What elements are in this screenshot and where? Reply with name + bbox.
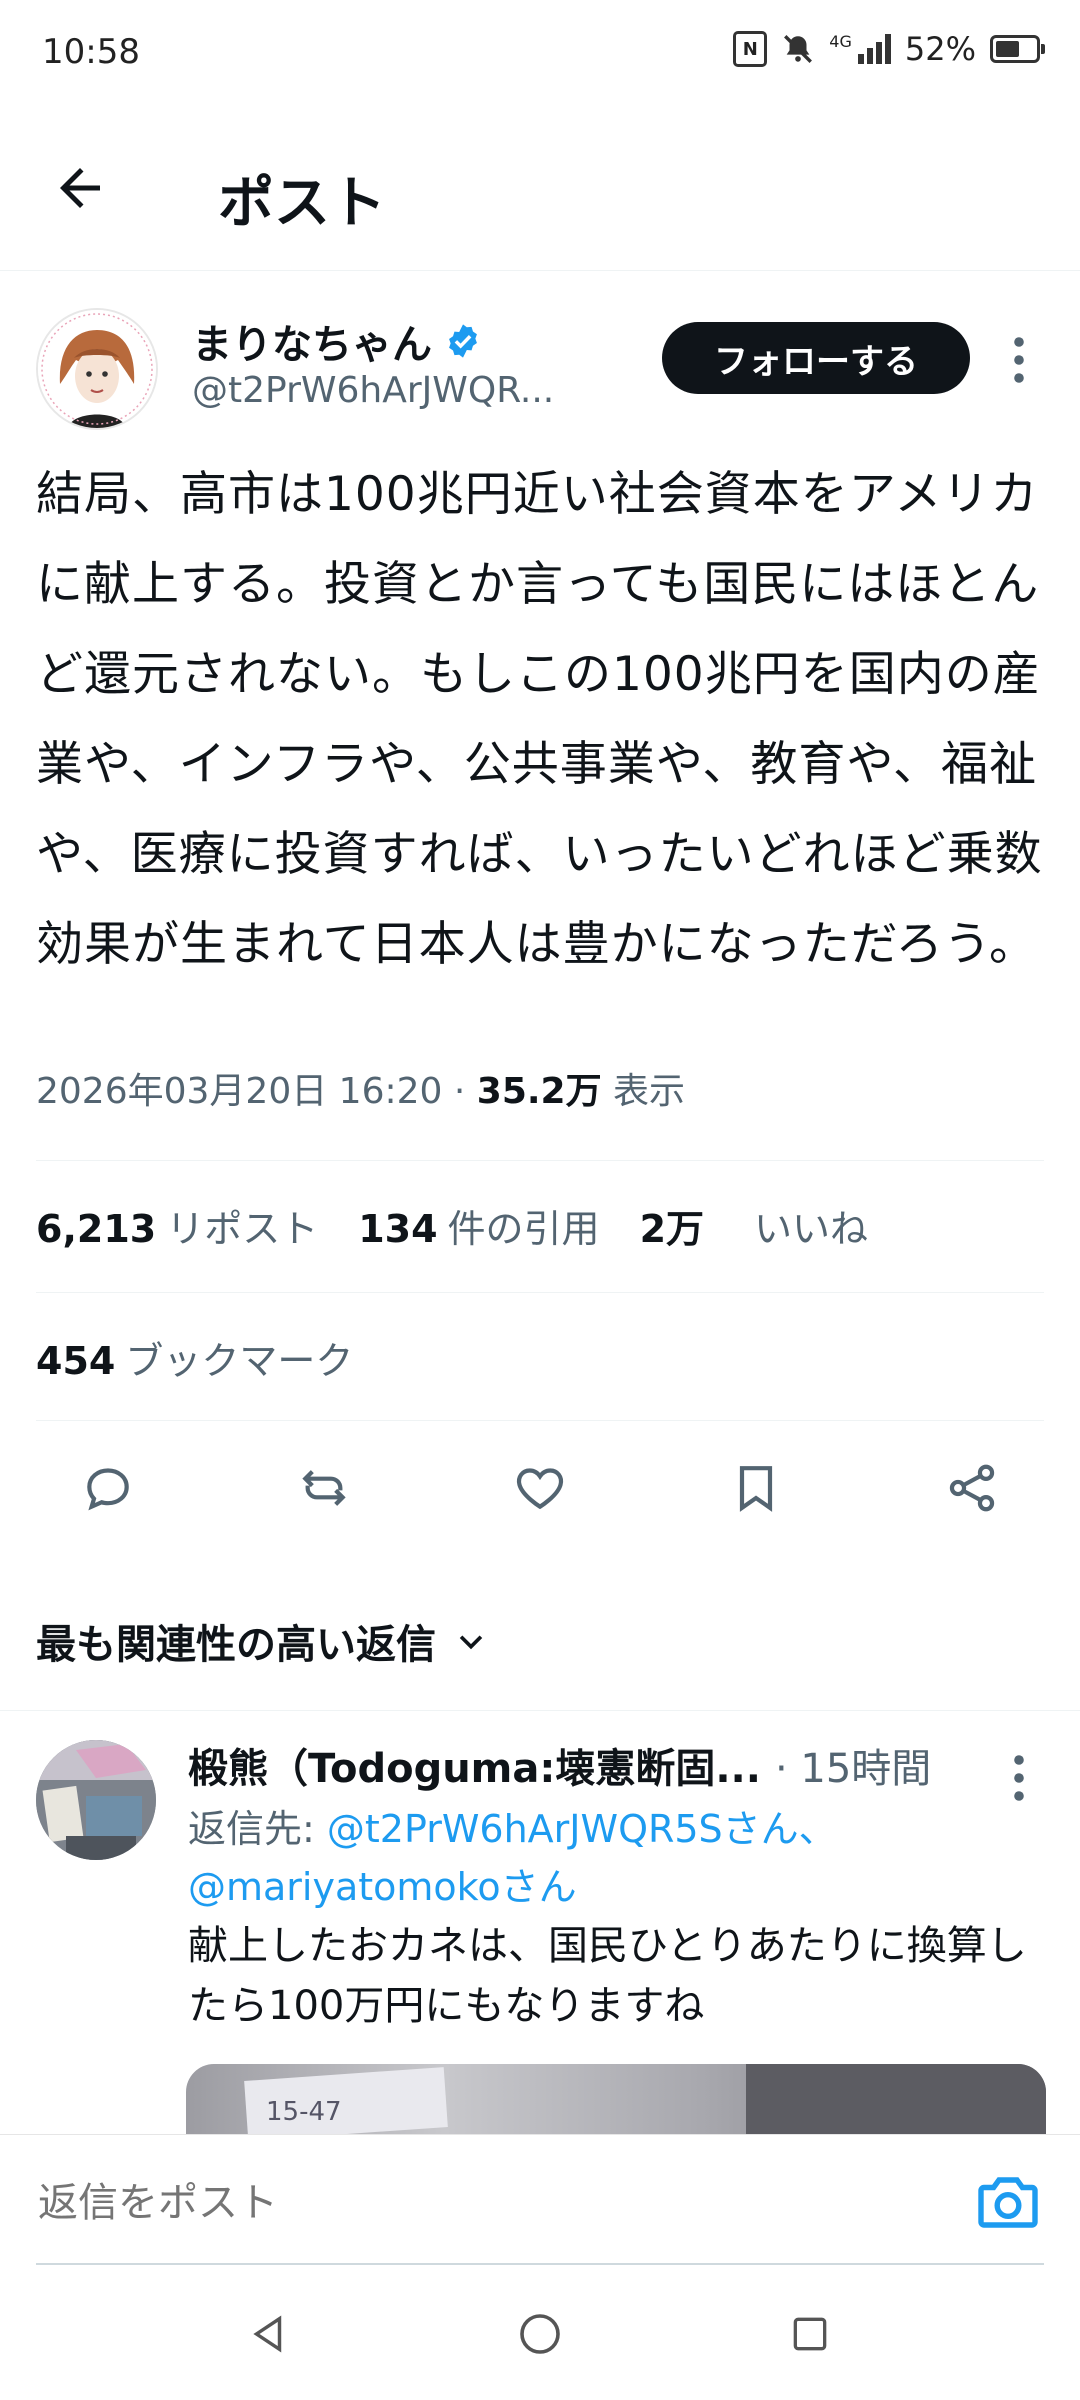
- author-avatar[interactable]: [36, 308, 158, 430]
- square-recents-icon: [793, 2317, 827, 2351]
- nav-back-button[interactable]: [238, 2304, 298, 2364]
- bookmarks-stat[interactable]: 454 ブックマーク: [36, 1330, 353, 1385]
- reply-media-image[interactable]: 15-47: [186, 2064, 1046, 2134]
- post-more-icon[interactable]: [1004, 330, 1034, 390]
- share-button[interactable]: [936, 1452, 1008, 1524]
- muted-bell-icon: [784, 35, 813, 63]
- post-text: 結局、高市は100兆円近い社会資本をアメリカに献上する。投資とか言っても国民には…: [36, 467, 1043, 972]
- likes-stat[interactable]: 2万 いいね: [640, 1198, 868, 1253]
- nfc-icon: N: [733, 31, 768, 67]
- post-meta: 2026年03月20日 16:20 · 35.2万 表示: [36, 1062, 685, 1114]
- triangle-back-icon: [253, 2315, 282, 2353]
- nav-recents-button[interactable]: [780, 2304, 840, 2364]
- reply-to-link-1[interactable]: @t2PrW6hArJWQR5Sさん、: [327, 1807, 837, 1851]
- divider: [36, 1420, 1044, 1421]
- battery-icon: [990, 35, 1045, 63]
- status-bar: 10:58 N 4G 52%: [0, 0, 1080, 110]
- post-actions: [0, 1452, 1080, 1532]
- views-count: 35.2万: [476, 1071, 602, 1112]
- repost-button[interactable]: [288, 1452, 360, 1524]
- back-button[interactable]: [50, 158, 120, 228]
- share-icon: [949, 1464, 995, 1512]
- divider: [36, 1292, 1044, 1293]
- author-handle[interactable]: @t2PrW6hArJWQR...: [192, 370, 554, 411]
- reply-author-avatar[interactable]: [36, 1740, 156, 1860]
- reposts-stat[interactable]: 6,213 リポスト: [36, 1198, 318, 1253]
- status-time: 10:58: [42, 32, 140, 72]
- reply-to-link-2[interactable]: @mariyatomokoさん: [188, 1865, 577, 1909]
- svg-text:15-47: 15-47: [266, 2097, 342, 2127]
- system-nav-bar: [0, 2270, 1080, 2400]
- reply-sort-dropdown[interactable]: 最も関連性の高い返信: [36, 1612, 488, 1670]
- repost-icon: [302, 1470, 346, 1506]
- camera-icon: [978, 2177, 1038, 2228]
- sort-label: 最も関連性の高い返信: [36, 1622, 436, 1668]
- battery-percent: 52%: [904, 30, 976, 68]
- engagement-stats: 6,213 リポスト 134 件の引用 2万 いいね: [36, 1198, 868, 1253]
- bookmark-icon: [739, 1466, 773, 1512]
- reply-to-line: 返信先: @t2PrW6hArJWQR5Sさん、 @mariyatomokoさん: [188, 1800, 1008, 1916]
- divider: [36, 1160, 1044, 1161]
- page-title: ポスト: [218, 171, 386, 236]
- post-timestamp[interactable]: 2026年03月20日 16:20 ·: [36, 1071, 477, 1112]
- reply-icon: [87, 1468, 129, 1511]
- network-label: 4G: [829, 31, 852, 51]
- reply-avatar-image: [36, 1740, 156, 1860]
- reply-button[interactable]: [72, 1452, 144, 1524]
- bookmark-button[interactable]: [720, 1452, 792, 1524]
- reply-header: 椴熊（Todoguma:壊憲断固... · 15時間: [188, 1736, 931, 1794]
- views-label: 表示: [601, 1071, 686, 1112]
- quotes-stat[interactable]: 134 件の引用: [358, 1198, 599, 1253]
- reply-time[interactable]: · 15時間: [775, 1736, 931, 1794]
- media-thumbnail: 15-47: [244, 2064, 1046, 2134]
- heart-icon: [516, 1468, 564, 1510]
- like-button[interactable]: [504, 1452, 576, 1524]
- status-icons: N 4G 52%: [733, 30, 1045, 68]
- top-header: ポスト: [0, 110, 1080, 271]
- compose-underline: [36, 2263, 1044, 2265]
- reply-author-name[interactable]: 椴熊（Todoguma:壊憲断固...: [188, 1736, 761, 1794]
- reply-input[interactable]: [36, 2179, 840, 2227]
- nav-home-button[interactable]: [510, 2304, 570, 2364]
- author-name-row[interactable]: まりなちゃん: [192, 312, 482, 370]
- reply-to-prefix: 返信先:: [188, 1807, 327, 1851]
- circle-home-icon: [520, 2314, 560, 2354]
- avatar-illustration: [38, 310, 156, 428]
- camera-button[interactable]: [972, 2165, 1044, 2237]
- author-name[interactable]: まりなちゃん: [192, 312, 432, 370]
- chevron-down-icon: [459, 1635, 483, 1650]
- signal-icon: [857, 34, 891, 64]
- verified-badge-icon: [449, 324, 477, 358]
- reply-text: 献上したおカネは、国民ひとりあたりに換算したら100万円にもなりますね: [188, 1923, 1027, 2029]
- arrow-left-icon: [60, 168, 100, 208]
- reply-more-icon[interactable]: [1004, 1748, 1034, 1808]
- follow-button[interactable]: フォローする: [662, 322, 970, 394]
- divider: [0, 1710, 1080, 1711]
- reply-compose-bar: [0, 2134, 1080, 2271]
